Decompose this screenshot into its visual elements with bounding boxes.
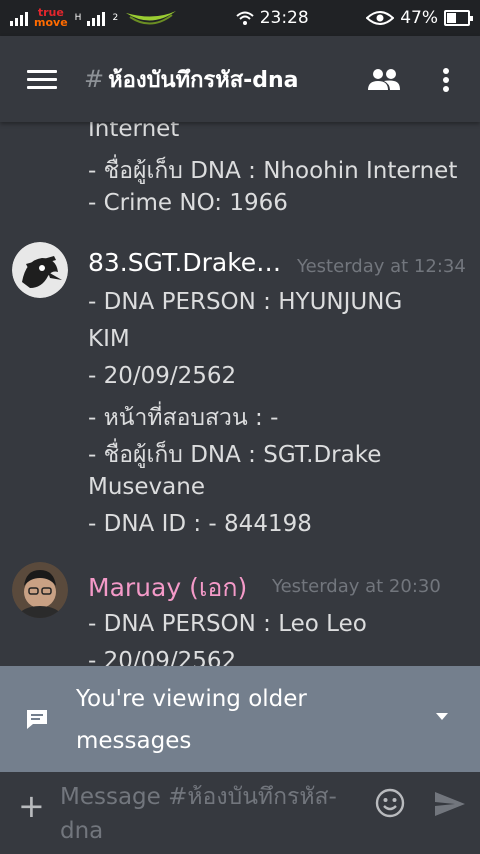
- more-vertical-icon[interactable]: [438, 66, 454, 94]
- message-input[interactable]: [60, 780, 360, 850]
- message-line: - DNA ID : - 844198: [88, 511, 312, 537]
- message-composer: +: [0, 772, 480, 854]
- status-bar: true move H 2 23:28 47%: [0, 0, 480, 36]
- send-icon[interactable]: [433, 790, 467, 818]
- message-line: - ชื่อผู้เก็บ DNA : SGT.Drake: [88, 442, 382, 468]
- emoji-icon[interactable]: [375, 788, 405, 818]
- message-timestamp: Yesterday at 12:34: [297, 256, 466, 277]
- battery-percent: 47%: [400, 8, 438, 28]
- chevron-down-icon[interactable]: [436, 713, 448, 720]
- menu-icon[interactable]: [27, 68, 57, 90]
- battery-icon: [444, 10, 473, 26]
- message-icon: [27, 710, 47, 729]
- carrier-swoosh-icon: [126, 11, 177, 25]
- members-icon[interactable]: [366, 66, 402, 94]
- add-attachment-button[interactable]: +: [18, 790, 45, 822]
- channel-header: # ห้องบันทึกรหัส-dna: [0, 36, 480, 122]
- message-line: - 20/09/2562: [88, 363, 237, 389]
- message-line: KIM: [88, 326, 130, 352]
- sim2-label: 2: [112, 13, 119, 23]
- avatar[interactable]: [12, 562, 68, 618]
- clock: 23:28: [259, 8, 309, 28]
- message-line: - หน้าที่สอบสวน : -: [88, 405, 279, 431]
- message-author[interactable]: Maruay (เอก): [88, 568, 247, 608]
- message-line: Internet: [88, 122, 180, 142]
- message-line: Musevane: [88, 474, 205, 500]
- channel-title: ห้องบันทึกรหัส-dna: [108, 67, 299, 93]
- message-line: - DNA PERSON : HYUNJUNG: [88, 289, 403, 315]
- eye-icon: [366, 11, 395, 25]
- channel-hash-icon: #: [84, 65, 105, 93]
- message-timestamp: Yesterday at 20:30: [272, 576, 441, 597]
- message-line: - 20/09/2562: [88, 648, 237, 666]
- wifi-icon: [236, 11, 254, 25]
- signal-icon: [10, 10, 28, 26]
- message-list[interactable]: Internet - ชื่อผู้เก็บ DNA : Nhoohin Int…: [0, 122, 480, 666]
- message-author[interactable]: 83.SGT.Drake…: [88, 248, 281, 277]
- carrier-logo: true move: [34, 6, 68, 29]
- older-messages-text: You're viewing older messages: [76, 686, 307, 754]
- avatar[interactable]: [12, 242, 68, 298]
- network-type: H: [74, 13, 82, 23]
- signal-icon-sim2: [87, 10, 106, 26]
- message-line: - DNA PERSON : Leo Leo: [88, 611, 367, 637]
- message-line: - ชื่อผู้เก็บ DNA : Nhoohin Internet: [88, 158, 458, 184]
- message-line: - Crime NO: 1966: [88, 190, 288, 216]
- older-messages-bar[interactable]: You're viewing older messages: [0, 666, 480, 772]
